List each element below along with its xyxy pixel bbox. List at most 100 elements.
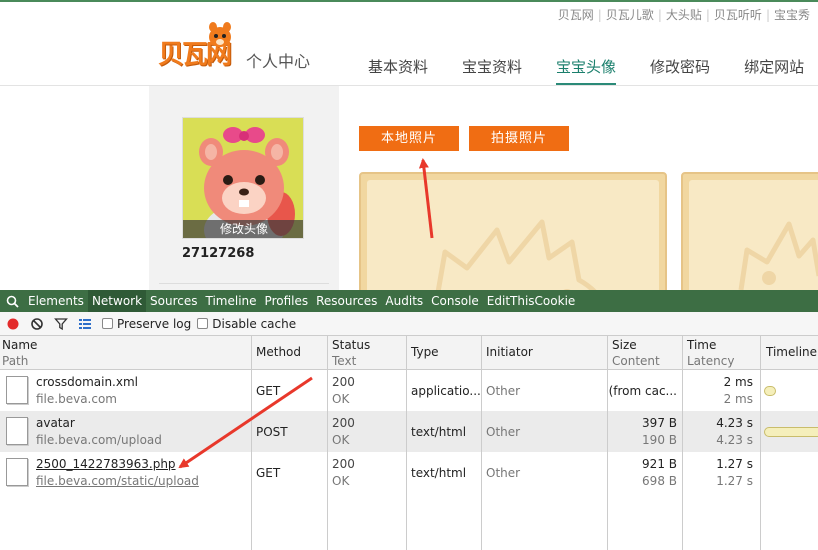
tab-elements[interactable]: Elements — [24, 290, 88, 312]
checkbox-box[interactable] — [197, 318, 209, 329]
request-type: text/html — [411, 466, 467, 480]
tab-sources[interactable]: Sources — [146, 290, 201, 312]
disable-cache-checkbox[interactable]: Disable cache — [197, 317, 296, 331]
tab-resources[interactable]: Resources — [312, 290, 381, 312]
disable-cache-label: Disable cache — [212, 316, 297, 331]
column-divider[interactable] — [327, 336, 328, 550]
col-size-header[interactable]: Size Content — [612, 336, 682, 370]
separator: | — [705, 8, 710, 22]
change-avatar-button[interactable]: 修改头像 — [183, 220, 303, 238]
list-view-icon[interactable] — [74, 312, 96, 336]
request-status: 200 — [332, 457, 355, 471]
col-initiator-header[interactable]: Initiator — [486, 336, 606, 370]
tab-change-password[interactable]: 修改密码 — [650, 56, 710, 86]
file-icon — [6, 458, 28, 486]
request-status-text: OK — [332, 474, 350, 488]
col-method-header[interactable]: Method — [256, 336, 326, 370]
request-status-text: OK — [332, 392, 350, 406]
col-timeline-label: Timeline — [766, 345, 818, 359]
request-size: 921 B — [642, 457, 677, 471]
col-time-header[interactable]: Time Latency — [687, 336, 757, 370]
tab-audits[interactable]: Audits — [381, 290, 427, 312]
record-icon[interactable] — [2, 312, 24, 336]
column-divider[interactable] — [251, 336, 252, 550]
top-link-songs[interactable]: 贝瓦儿歌 — [606, 8, 654, 22]
top-link-baby-show[interactable]: 宝宝秀 — [774, 8, 810, 22]
request-content-size: 698 B — [642, 474, 677, 488]
col-name-header[interactable]: Name Path — [2, 336, 250, 370]
tab-editthiscookie[interactable]: EditThisCookie — [483, 290, 580, 312]
col-size-label: Size — [612, 338, 637, 352]
col-type-header[interactable]: Type — [411, 336, 481, 370]
col-status-header[interactable]: Status Text — [332, 336, 406, 370]
tab-network[interactable]: Network — [87, 290, 147, 312]
separator: | — [597, 8, 602, 22]
separator: | — [657, 8, 662, 22]
top-link-listen[interactable]: 贝瓦听听 — [714, 8, 762, 22]
request-content-size: 190 B — [642, 433, 677, 447]
request-latency: 4.23 s — [716, 433, 753, 447]
search-icon[interactable] — [0, 290, 24, 312]
avatar[interactable]: 修改头像 — [182, 117, 304, 239]
clear-icon[interactable] — [26, 312, 48, 336]
devtools-panel: Elements Network Sources Timeline Profil… — [0, 290, 818, 550]
col-status-label: Status — [332, 338, 371, 352]
table-row[interactable]: avatar file.beva.com/upload POST 200 OK … — [0, 411, 818, 452]
request-method: GET — [256, 466, 281, 480]
squirrel-mascot-icon — [209, 22, 231, 47]
col-initiator-label: Initiator — [486, 345, 533, 359]
request-type: text/html — [411, 425, 467, 439]
tab-timeline[interactable]: Timeline — [202, 290, 261, 312]
request-path: file.beva.com — [36, 392, 117, 406]
tab-basic-info[interactable]: 基本资料 — [368, 56, 428, 86]
timeline-bar — [764, 427, 818, 437]
tab-baby-info[interactable]: 宝宝资料 — [462, 56, 522, 86]
top-accent-line — [0, 0, 818, 2]
divider — [159, 283, 329, 284]
table-row[interactable]: 2500_1422783963.php file.beva.com/static… — [0, 452, 818, 493]
column-divider[interactable] — [406, 336, 407, 550]
column-divider[interactable] — [760, 336, 761, 550]
preserve-log-checkbox[interactable]: Preserve log — [102, 317, 191, 331]
col-time-label: Time — [687, 338, 717, 352]
file-icon — [6, 417, 28, 445]
site-logo[interactable]: 贝瓦网 — [158, 20, 242, 70]
request-status: 200 — [332, 375, 355, 389]
avatar-preview-large — [359, 172, 667, 290]
user-id: 27127268 — [182, 246, 255, 261]
request-name: avatar — [36, 416, 75, 430]
column-divider[interactable] — [682, 336, 683, 550]
tab-bind-sites[interactable]: 绑定网站 — [744, 56, 804, 86]
top-link-photo-sticker[interactable]: 大头贴 — [666, 8, 702, 22]
tab-console[interactable]: Console — [427, 290, 483, 312]
col-timeline-header[interactable]: Timeline — [766, 336, 818, 370]
take-photo-button[interactable]: 拍摄照片 — [469, 126, 569, 151]
profile-nav: 基本资料 宝宝资料 宝宝头像 修改密码 绑定网站 — [368, 56, 818, 86]
request-path: file.beva.com/upload — [36, 433, 162, 447]
filter-icon[interactable] — [50, 312, 72, 336]
avatar-preview-medium — [681, 172, 818, 290]
col-method-label: Method — [256, 345, 302, 359]
column-divider[interactable] — [481, 336, 482, 550]
top-link-beva[interactable]: 贝瓦网 — [558, 8, 594, 22]
table-row[interactable]: crossdomain.xml file.beva.com GET 200 OK… — [0, 370, 818, 411]
request-type: applicatio... — [411, 384, 481, 398]
request-name: crossdomain.xml — [36, 375, 138, 389]
local-photo-button[interactable]: 本地照片 — [359, 126, 459, 151]
request-initiator: Other — [486, 425, 521, 439]
separator: | — [765, 8, 770, 22]
request-size: (from cac... — [608, 384, 677, 398]
request-path[interactable]: file.beva.com/static/upload — [36, 474, 199, 488]
request-time: 4.23 s — [716, 416, 753, 430]
request-latency: 1.27 s — [716, 474, 753, 488]
column-divider[interactable] — [607, 336, 608, 550]
preserve-log-label: Preserve log — [117, 316, 192, 331]
request-name[interactable]: 2500_1422783963.php — [36, 457, 176, 471]
request-status-text: OK — [332, 433, 350, 447]
checkbox-box[interactable] — [102, 318, 113, 329]
file-icon — [6, 376, 28, 404]
squirrel-placeholder-icon — [738, 221, 818, 290]
tab-baby-avatar[interactable]: 宝宝头像 — [556, 56, 617, 86]
network-toolbar: Preserve log Disable cache — [0, 312, 818, 336]
tab-profiles[interactable]: Profiles — [261, 290, 313, 312]
